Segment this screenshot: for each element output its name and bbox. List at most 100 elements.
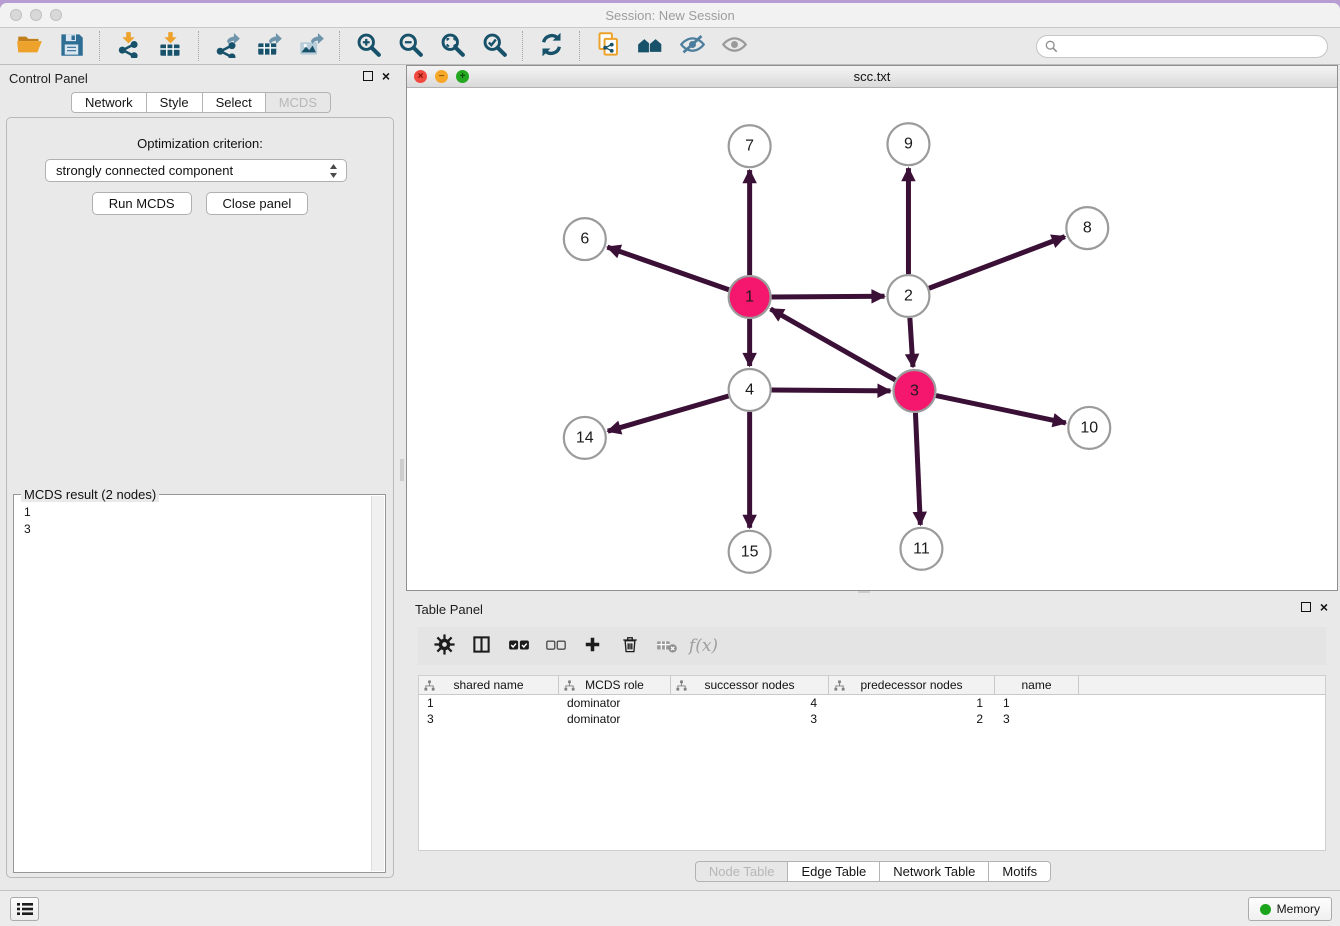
cell-shared-name[interactable]: 3	[419, 711, 559, 727]
tab-style[interactable]: Style	[147, 92, 203, 113]
export-network-button[interactable]	[206, 30, 248, 63]
network-minimize-icon[interactable]: −	[435, 70, 448, 83]
graph-node-3[interactable]: 3	[893, 370, 935, 412]
control-panel-title: Control Panel	[9, 71, 88, 86]
hide-selected-button[interactable]	[671, 30, 713, 63]
import-network-button[interactable]	[107, 30, 149, 63]
graph-node-7[interactable]: 7	[729, 125, 771, 167]
graph-node-2[interactable]: 2	[887, 275, 929, 317]
network-canvas[interactable]: 7 9 6 8 1 2 4 3 14 10 15 11	[407, 88, 1337, 590]
minimize-window-icon[interactable]	[30, 9, 42, 21]
tab-select[interactable]: Select	[203, 92, 266, 113]
float-table-panel-icon[interactable]	[1301, 602, 1311, 612]
deselect-all-columns-button[interactable]	[537, 630, 574, 662]
cell-name[interactable]: 3	[995, 711, 1079, 727]
table-row[interactable]: 3dominator323	[419, 711, 1325, 727]
graph-node-1[interactable]: 1	[729, 276, 771, 318]
zoom-in-button[interactable]	[347, 30, 389, 63]
graph-edge-2-8[interactable]	[929, 237, 1065, 289]
search-icon	[1045, 40, 1058, 53]
tab-edge-table[interactable]: Edge Table	[788, 861, 880, 882]
split-panel-icon	[472, 635, 491, 657]
zoom-window-icon[interactable]	[50, 9, 62, 21]
select-all-columns-icon	[508, 636, 530, 657]
select-all-columns-button[interactable]	[500, 630, 537, 662]
svg-text:4: 4	[745, 381, 754, 398]
graph-edge-3-1[interactable]	[771, 309, 896, 380]
tab-node-table[interactable]: Node Table	[695, 861, 789, 882]
refresh-view-button[interactable]	[530, 30, 572, 63]
memory-button[interactable]: Memory	[1248, 897, 1332, 921]
svg-text:14: 14	[576, 429, 594, 446]
close-window-icon[interactable]	[10, 9, 22, 21]
cell-predecessor-nodes[interactable]: 1	[829, 695, 995, 711]
export-image-icon	[298, 31, 325, 61]
result-scrollbar[interactable]	[371, 496, 384, 871]
graph-node-4[interactable]: 4	[729, 369, 771, 411]
cell-successor-nodes[interactable]: 3	[671, 711, 829, 727]
tab-mcds[interactable]: MCDS	[266, 92, 331, 113]
add-column-button[interactable]	[574, 630, 611, 662]
cell-shared-name[interactable]: 1	[419, 695, 559, 711]
tab-network-table[interactable]: Network Table	[880, 861, 989, 882]
tab-motifs[interactable]: Motifs	[989, 861, 1051, 882]
table-settings-button[interactable]	[426, 630, 463, 662]
network-close-icon[interactable]: ×	[414, 70, 427, 83]
graph-edge-1-2[interactable]	[772, 296, 885, 297]
zoom-out-button[interactable]	[389, 30, 431, 63]
window-controls[interactable]	[10, 9, 62, 21]
home-view-button[interactable]	[629, 30, 671, 63]
close-table-panel-icon[interactable]: ×	[1320, 601, 1328, 613]
delete-column-button[interactable]	[611, 630, 648, 662]
clone-network-button[interactable]	[587, 30, 629, 63]
graph-node-9[interactable]: 9	[887, 123, 929, 165]
graph-edge-2-3[interactable]	[910, 318, 913, 367]
cell-mcds-role[interactable]: dominator	[559, 695, 671, 711]
tab-network[interactable]: Network	[71, 92, 147, 113]
open-session-button[interactable]	[8, 30, 50, 63]
zoom-selected-button[interactable]	[473, 30, 515, 63]
import-table-button[interactable]	[149, 30, 191, 63]
main-toolbar	[0, 28, 1340, 65]
show-hidden-icon	[721, 31, 748, 61]
column-header-successor-nodes[interactable]: successor nodes	[671, 676, 829, 694]
column-header-filler	[1079, 676, 1325, 694]
save-session-button[interactable]	[50, 30, 92, 63]
graph-edge-1-6[interactable]	[607, 247, 728, 290]
splitter-handle-vertical[interactable]	[400, 459, 404, 481]
column-header-mcds-role[interactable]: MCDS role	[559, 676, 671, 694]
export-image-button[interactable]	[290, 30, 332, 63]
split-panel-button[interactable]	[463, 630, 500, 662]
graph-node-15[interactable]: 15	[729, 531, 771, 573]
search-input[interactable]	[1058, 37, 1327, 56]
graph-edge-3-11[interactable]	[915, 413, 920, 525]
cell-mcds-role[interactable]: dominator	[559, 711, 671, 727]
column-header-shared-name[interactable]: shared name	[419, 676, 559, 694]
graph-edge-4-14[interactable]	[608, 396, 729, 431]
cell-successor-nodes[interactable]: 4	[671, 695, 829, 711]
graph-node-14[interactable]: 14	[564, 417, 606, 459]
graph-edge-3-10[interactable]	[936, 396, 1066, 423]
deselect-all-columns-icon	[545, 636, 567, 657]
zoom-fit-button[interactable]	[431, 30, 473, 63]
run-mcds-button[interactable]: Run MCDS	[92, 192, 192, 215]
column-header-predecessor-nodes[interactable]: predecessor nodes	[829, 676, 995, 694]
export-table-button[interactable]	[248, 30, 290, 63]
graph-node-11[interactable]: 11	[900, 528, 942, 570]
graph-edge-4-3[interactable]	[772, 390, 891, 391]
graph-node-8[interactable]: 8	[1066, 207, 1108, 249]
toolbar-separator	[198, 31, 199, 61]
table-row[interactable]: 1dominator411	[419, 695, 1325, 711]
close-panel-icon[interactable]: ×	[382, 70, 390, 82]
mcds-result-box: MCDS result (2 nodes) 13	[13, 494, 386, 873]
column-header-name[interactable]: name	[995, 676, 1079, 694]
task-history-button[interactable]	[10, 897, 39, 921]
graph-node-6[interactable]: 6	[564, 218, 606, 260]
criterion-select[interactable]: strongly connected component	[45, 159, 347, 182]
close-panel-button[interactable]: Close panel	[206, 192, 309, 215]
network-maximize-icon[interactable]: +	[456, 70, 469, 83]
cell-predecessor-nodes[interactable]: 2	[829, 711, 995, 727]
float-panel-icon[interactable]	[363, 71, 373, 81]
graph-node-10[interactable]: 10	[1068, 407, 1110, 449]
cell-name[interactable]: 1	[995, 695, 1079, 711]
